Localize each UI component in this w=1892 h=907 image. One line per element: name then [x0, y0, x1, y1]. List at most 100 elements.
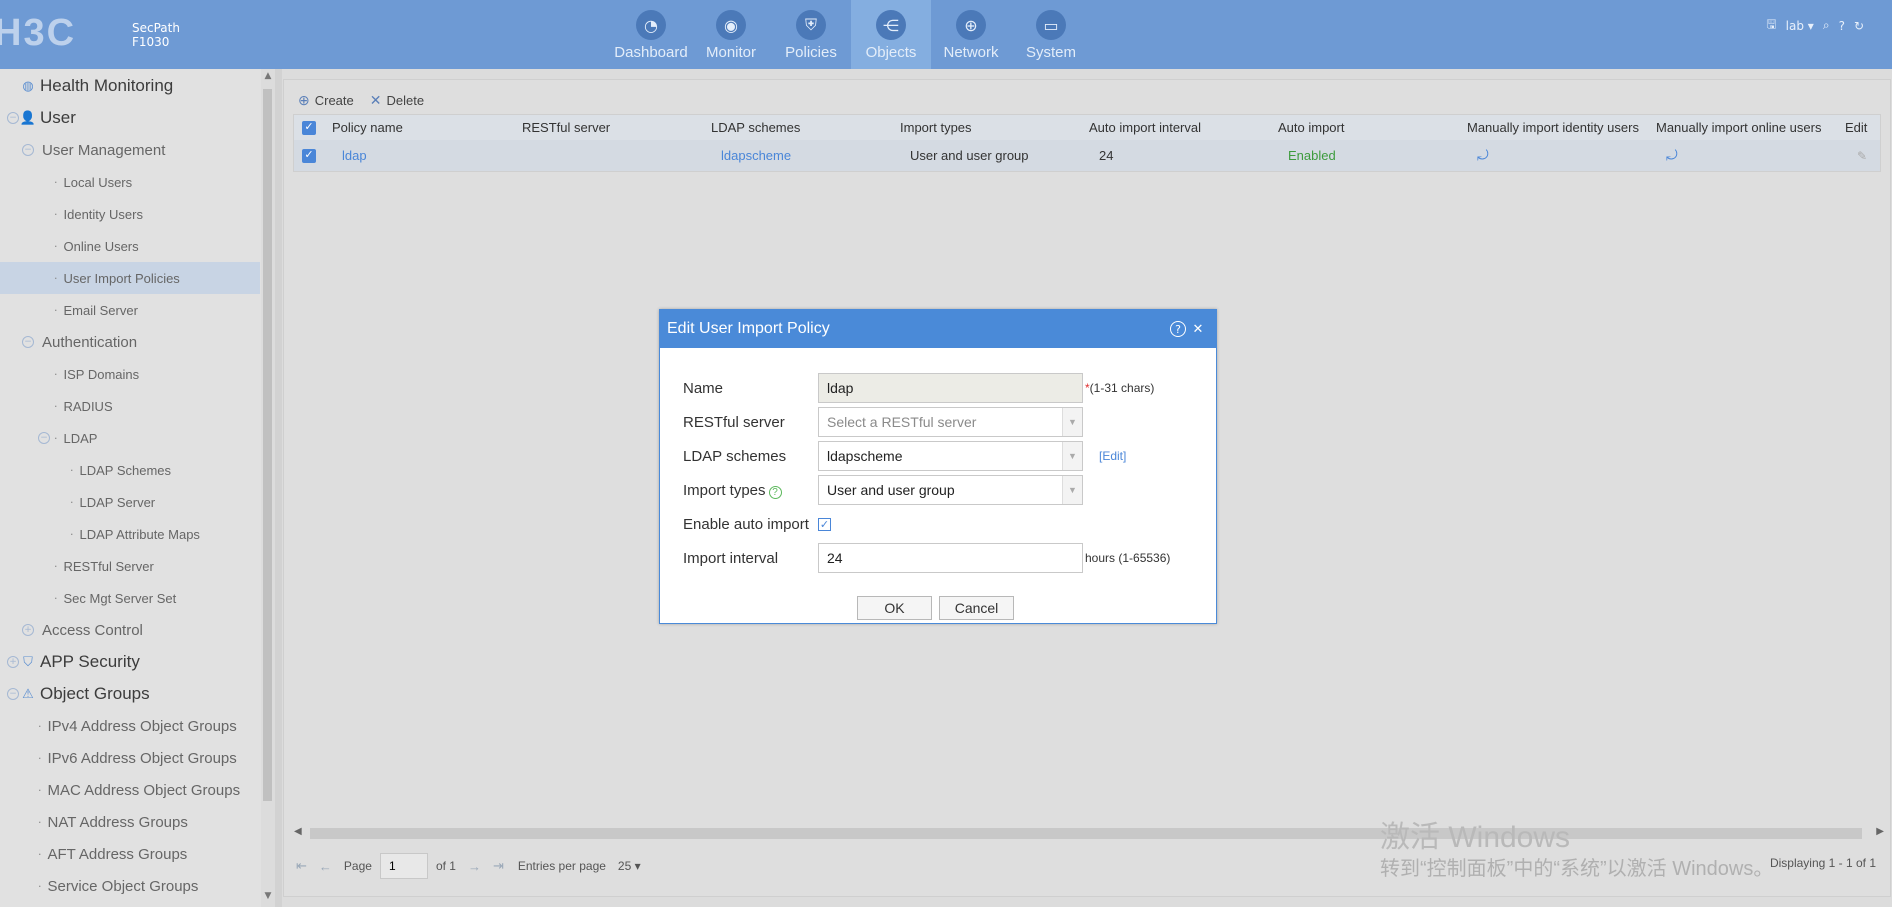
- nav-network[interactable]: ⊕ Network: [931, 0, 1011, 69]
- nav-system[interactable]: ▭ System: [1011, 0, 1091, 69]
- cancel-button[interactable]: Cancel: [939, 596, 1014, 620]
- sidebar-item-label: IPv4 Address Object Groups: [47, 717, 237, 735]
- chevron-down-icon[interactable]: ▼: [1062, 408, 1082, 436]
- sidebar-item-identity-users[interactable]: · Identity Users: [0, 198, 260, 230]
- sidebar-item-label: Access Control: [42, 621, 143, 639]
- collapse-icon[interactable]: −: [22, 336, 34, 348]
- import-online-users-icon[interactable]: ⤾: [1666, 147, 1678, 163]
- nav-dashboard[interactable]: ◔ Dashboard: [611, 0, 691, 69]
- sidebar-item-local-users[interactable]: · Local Users: [0, 166, 260, 198]
- sidebar-item-user-import-policies[interactable]: · User Import Policies: [0, 262, 260, 294]
- dialog-title-bar[interactable]: Edit User Import Policy: [660, 310, 1216, 348]
- name-row: Name ldap *(1-31 chars): [683, 373, 1154, 403]
- sidebar-splitter[interactable]: [275, 69, 282, 907]
- select-all-checkbox[interactable]: ✓: [302, 120, 316, 135]
- help-icon[interactable]: ?: [1170, 321, 1186, 337]
- col-policy-name[interactable]: Policy name: [324, 120, 514, 135]
- col-auto-import-interval[interactable]: Auto import interval: [1081, 120, 1270, 135]
- import-types-select[interactable]: User and user group ▼: [818, 475, 1083, 505]
- sidebar-item-restful-server[interactable]: · RESTful Server: [0, 550, 260, 582]
- sidebar-item-nat-address-groups[interactable]: · NAT Address Groups: [0, 806, 260, 838]
- sidebar-item-aft-address-groups[interactable]: · AFT Address Groups: [0, 838, 260, 870]
- ldap-scheme-link[interactable]: ldapscheme: [703, 148, 892, 163]
- interval-cell: 24: [1099, 148, 1114, 163]
- col-auto-import[interactable]: Auto import: [1270, 120, 1459, 135]
- table-row[interactable]: ✓ ldap ldapscheme User and user group 24…: [294, 140, 1880, 171]
- save-icon[interactable]: 🖫: [1766, 15, 1776, 36]
- col-ldap-schemes[interactable]: LDAP schemes: [703, 120, 892, 135]
- sidebar-item-object-groups[interactable]: − ⚠ Object Groups: [0, 678, 260, 710]
- ok-button[interactable]: OK: [857, 596, 932, 620]
- horizontal-scrollbar[interactable]: ◀ ▶: [284, 826, 1890, 840]
- col-manually-import-identity[interactable]: Manually import identity users: [1459, 120, 1648, 135]
- col-import-types[interactable]: Import types: [892, 120, 1081, 135]
- edit-ldap-link[interactable]: [Edit]: [1099, 449, 1126, 463]
- help-icon[interactable]: ?: [768, 485, 782, 499]
- import-identity-users-icon[interactable]: ⤾: [1477, 147, 1489, 163]
- expand-icon[interactable]: +: [22, 624, 34, 636]
- sidebar-item-online-users[interactable]: · Online Users: [0, 230, 260, 262]
- create-button[interactable]: ⊕ Create: [298, 92, 354, 109]
- chevron-down-icon[interactable]: ▼: [1062, 442, 1082, 470]
- sidebar-item-ldap[interactable]: − · LDAP: [0, 422, 260, 454]
- sidebar-item-ldap-schemes[interactable]: · LDAP Schemes: [0, 454, 260, 486]
- nav-policies[interactable]: ⛨ Policies: [771, 0, 851, 69]
- sidebar-item-label: Online Users: [63, 238, 139, 254]
- scrollbar-thumb[interactable]: [263, 89, 272, 801]
- search-icon[interactable]: ⌕: [1823, 18, 1830, 33]
- col-manually-import-online[interactable]: Manually import online users: [1648, 120, 1837, 135]
- sidebar-item-access-control[interactable]: + Access Control: [0, 614, 260, 646]
- collapse-icon[interactable]: −: [22, 144, 34, 156]
- sidebar-item-app-security[interactable]: + ⛉ APP Security: [0, 646, 260, 678]
- sidebar-item-isp-domains[interactable]: · ISP Domains: [0, 358, 260, 390]
- scroll-left-icon[interactable]: ◀: [294, 826, 302, 837]
- edit-pencil-icon[interactable]: ✎: [1857, 149, 1867, 163]
- sidebar-item-ipv4-address-object-groups[interactable]: · IPv4 Address Object Groups: [0, 710, 260, 742]
- next-page-icon[interactable]: →: [468, 859, 481, 874]
- first-page-icon[interactable]: ⇤: [296, 858, 307, 874]
- restful-server-select[interactable]: Select a RESTful server ▼: [818, 407, 1083, 437]
- prev-page-icon[interactable]: ←: [319, 859, 332, 874]
- scroll-right-icon[interactable]: ▶: [1876, 826, 1884, 837]
- user-menu[interactable]: lab ▾: [1786, 19, 1814, 33]
- sidebar-item-authentication[interactable]: − Authentication: [0, 326, 260, 358]
- scrollbar-thumb[interactable]: [310, 828, 1862, 839]
- delete-button[interactable]: ✕ Delete: [370, 92, 424, 109]
- sidebar-item-ldap-server[interactable]: · LDAP Server: [0, 486, 260, 518]
- row-checkbox[interactable]: ✓: [302, 148, 316, 163]
- page-input[interactable]: [379, 853, 428, 879]
- scroll-down-icon[interactable]: ▼: [262, 891, 274, 905]
- collapse-icon[interactable]: −: [38, 432, 50, 444]
- name-field[interactable]: ldap: [818, 373, 1083, 403]
- help-icon[interactable]: ?: [1839, 19, 1845, 33]
- close-icon[interactable]: ✕: [1190, 321, 1206, 337]
- auto-import-checkbox[interactable]: ✓: [818, 517, 831, 531]
- sidebar-item-ldap-attribute-maps[interactable]: · LDAP Attribute Maps: [0, 518, 260, 550]
- ldap-schemes-select[interactable]: ldapscheme ▼: [818, 441, 1083, 471]
- entries-select[interactable]: 25 ▾: [618, 859, 641, 873]
- scroll-up-icon[interactable]: ▲: [262, 71, 274, 85]
- page-of-label: of 1: [435, 859, 456, 873]
- sidebar-item-user[interactable]: − 👤 User: [0, 102, 260, 134]
- sidebar-item-email-server[interactable]: · Email Server: [0, 294, 260, 326]
- sidebar-scrollbar[interactable]: ▲ ▼: [262, 69, 274, 907]
- sidebar-item-user-management[interactable]: − User Management: [0, 134, 260, 166]
- chevron-down-icon[interactable]: ▼: [1062, 476, 1082, 504]
- sidebar-item-radius[interactable]: · RADIUS: [0, 390, 260, 422]
- sidebar-item-mac-address-object-groups[interactable]: · MAC Address Object Groups: [0, 774, 260, 806]
- col-restful-server[interactable]: RESTful server: [514, 120, 703, 135]
- expand-icon[interactable]: +: [7, 656, 19, 668]
- refresh-icon[interactable]: ↻: [1854, 19, 1864, 33]
- sidebar-item-ipv6-address-object-groups[interactable]: · IPv6 Address Object Groups: [0, 742, 260, 774]
- grid-toolbar: ⊕ Create ✕ Delete: [298, 92, 424, 109]
- policy-name-link[interactable]: ldap: [324, 148, 514, 163]
- collapse-icon[interactable]: −: [7, 112, 19, 124]
- sidebar-item-health-monitoring[interactable]: ◍ Health Monitoring: [0, 70, 260, 102]
- collapse-icon[interactable]: −: [7, 688, 19, 700]
- sidebar-item-sec-mgt-server-set[interactable]: · Sec Mgt Server Set: [0, 582, 260, 614]
- nav-monitor[interactable]: ◉ Monitor: [691, 0, 771, 69]
- last-page-icon[interactable]: ⇥: [493, 858, 504, 874]
- sidebar-item-service-object-groups[interactable]: · Service Object Groups: [0, 870, 260, 902]
- nav-objects[interactable]: ⋲ Objects: [851, 0, 931, 69]
- interval-field[interactable]: 24: [818, 543, 1083, 573]
